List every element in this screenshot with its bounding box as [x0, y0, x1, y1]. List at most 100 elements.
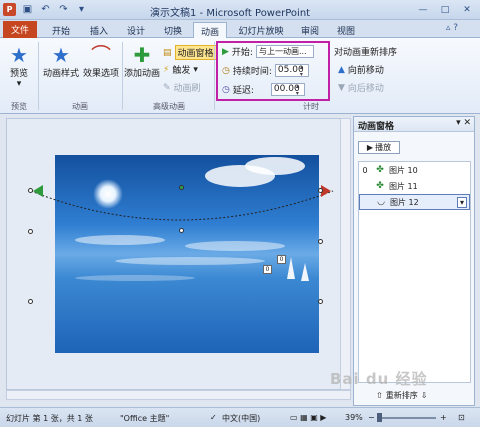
move-earlier-button[interactable]: ▲ 向前移动: [338, 63, 384, 77]
close-pane-icon[interactable]: ▾ ✕: [456, 118, 471, 128]
divider: [38, 42, 39, 110]
item-label: 图片 11: [389, 181, 418, 191]
tab-design[interactable]: 设计: [121, 22, 151, 38]
zoom-slider[interactable]: [380, 417, 436, 419]
duration-label: 持续时间:: [232, 67, 272, 77]
animation-painter-label: 动画刷: [173, 84, 201, 94]
vertical-scrollbar[interactable]: [340, 118, 351, 390]
arrow-up-icon[interactable]: ⇧: [376, 391, 383, 400]
help-collapse-icon[interactable]: ▵ ?: [446, 23, 458, 33]
path-handle[interactable]: [179, 228, 184, 233]
tab-slideshow[interactable]: 幻灯片放映: [233, 22, 289, 38]
view-buttons[interactable]: ▭ ▦ ▣ ▶: [290, 413, 326, 422]
path-handle[interactable]: [28, 299, 33, 304]
arrow-down-icon[interactable]: ⇩: [421, 391, 428, 400]
redo-icon[interactable]: ↷: [57, 3, 70, 16]
motion-path-icon: ✤: [376, 165, 384, 175]
fit-window-icon[interactable]: ⊡: [458, 413, 465, 422]
undo-icon[interactable]: ↶: [39, 3, 52, 16]
theme-name: "Office 主题": [120, 414, 170, 423]
language: 中文(中国): [222, 414, 261, 423]
list-item[interactable]: ✤ 图片 11: [359, 178, 470, 194]
divider: [122, 42, 123, 110]
effect-options-label: 效果选项: [82, 69, 119, 79]
powerpoint-app-icon[interactable]: P: [3, 3, 16, 16]
tab-home[interactable]: 开始: [46, 22, 76, 38]
horizontal-scrollbar[interactable]: [6, 390, 351, 400]
minimize-button[interactable]: —: [413, 2, 433, 17]
window-title: 演示文稿1 - Microsoft PowerPoint: [150, 8, 311, 19]
tab-animations[interactable]: 动画: [193, 22, 227, 38]
tab-insert[interactable]: 插入: [84, 22, 114, 38]
animation-pane-header: 动画窗格 ▾ ✕: [354, 117, 474, 132]
motion-path-icon: ✤: [376, 181, 384, 191]
zoom-in-icon[interactable]: +: [440, 413, 447, 422]
animation-pane-button[interactable]: ▤ 动画窗格: [163, 45, 217, 60]
pane-icon: ▤: [163, 47, 172, 58]
lightning-icon: ⚡: [163, 64, 170, 75]
preview-button[interactable]: ★ 预览 ▾: [4, 44, 34, 89]
divider: [214, 42, 215, 110]
tab-review[interactable]: 审阅: [296, 22, 324, 38]
effect-options-button[interactable]: ⌒ 效果选项: [82, 44, 120, 79]
arc-path-icon: ◡: [377, 197, 385, 207]
watermark: Bai du 经验: [330, 370, 428, 388]
clock-icon: ◷: [222, 65, 230, 76]
zoom-out-icon[interactable]: −: [368, 413, 375, 422]
motion-path[interactable]: [30, 190, 334, 221]
start-row: ▶ 开始: 与上一动画...: [222, 45, 314, 58]
play-label: 播放: [375, 143, 392, 152]
tab-view[interactable]: 视图: [332, 22, 360, 38]
path-handle[interactable]: [28, 229, 33, 234]
delay-spinner[interactable]: 00.00: [270, 83, 305, 97]
motion-path-overlay: [30, 185, 347, 221]
move-later-button[interactable]: ▼ 向后移动: [338, 81, 384, 95]
tab-transitions[interactable]: 切换: [158, 22, 188, 38]
add-star-icon: ✚: [133, 43, 151, 67]
item-label: 图片 10: [389, 165, 418, 175]
reorder-label: 重新排序: [385, 391, 418, 400]
path-handle[interactable]: [28, 188, 33, 193]
start-label: 开始:: [231, 48, 253, 58]
path-handle[interactable]: [318, 188, 323, 193]
add-animation-button[interactable]: ✚ 添加动画: [124, 44, 160, 79]
path-handle[interactable]: [318, 239, 323, 244]
delay-clock-icon: ◷: [222, 84, 230, 95]
zoom-slider-knob[interactable]: [377, 413, 382, 422]
customize-qat-icon[interactable]: ▾: [75, 3, 88, 16]
path-start-arrow: [33, 185, 43, 197]
arrow-up-icon: ▲: [338, 64, 345, 75]
path-handle[interactable]: [318, 299, 323, 304]
item-order: 0: [362, 165, 368, 175]
ribbon-tabs: 文件 开始 插入 设计 切换 动画 幻灯片放映 审阅 视图 ▵ ?: [0, 20, 480, 38]
tab-file[interactable]: 文件: [3, 21, 37, 38]
effect-arc-icon: ⌒: [91, 43, 111, 67]
duration-spinner[interactable]: 05.00: [274, 64, 309, 78]
animation-star-icon: ★: [52, 43, 70, 67]
reorder-title: 对动画重新排序: [334, 48, 398, 58]
zoom-level[interactable]: 39%: [345, 413, 363, 422]
rotate-handle[interactable]: [179, 185, 184, 190]
close-button[interactable]: ✕: [457, 2, 477, 17]
start-dropdown[interactable]: 与上一动画...: [255, 45, 314, 58]
chevron-down-icon[interactable]: ▾: [457, 197, 467, 208]
animation-styles-button[interactable]: ★ 动画样式: [42, 44, 80, 79]
maximize-button[interactable]: □: [435, 2, 455, 17]
chevron-down-icon: ▾: [16, 79, 22, 89]
quick-access-toolbar: P ▣ ↶ ↷ ▾: [3, 3, 88, 16]
preview-label: 预览: [9, 69, 28, 79]
save-icon[interactable]: ▣: [21, 3, 34, 16]
move-later-label: 向后移动: [347, 84, 384, 94]
trigger-button[interactable]: ⚡ 触发 ▾: [163, 63, 198, 77]
ribbon: ★ 预览 ▾ 预览 ★ 动画样式 ⌒ 效果选项 动画 ✚ 添加动画 ▤ 动画窗格…: [0, 38, 480, 114]
list-item[interactable]: 0 ✤ 图片 10: [359, 162, 470, 178]
list-item-selected[interactable]: ◡ 图片 12 ▾: [359, 194, 470, 210]
group-label-animation: 动画: [72, 102, 88, 111]
animation-pane-label: 动画窗格: [174, 45, 217, 60]
animation-painter-button[interactable]: ✎ 动画刷: [163, 81, 201, 95]
play-icon: ▶: [222, 46, 229, 57]
play-button[interactable]: ▶ 播放: [358, 141, 400, 154]
group-label-timing: 计时: [303, 102, 319, 111]
language-check-icon[interactable]: ✓: [210, 413, 217, 422]
animation-pane-title: 动画窗格: [358, 122, 395, 132]
